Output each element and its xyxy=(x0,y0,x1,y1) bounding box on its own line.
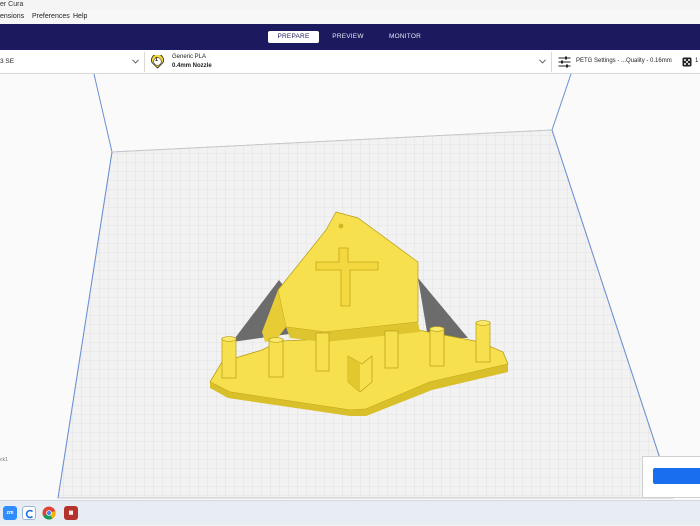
menu-item-extensions[interactable]: ensions xyxy=(0,10,24,24)
menu-item-preferences[interactable]: Preferences xyxy=(32,10,70,24)
stage-menu: PREPARE PREVIEW MONITOR xyxy=(0,24,700,50)
zoom-icon[interactable]: zm xyxy=(3,506,17,520)
slice-panel xyxy=(642,456,700,498)
printer-settings-bar: 3 SE 1 Generic PLA 0.4mm Nozzle PETG Set… xyxy=(0,50,700,74)
window-title: er Cura xyxy=(0,1,24,8)
material-name: Generic PLA xyxy=(172,54,207,60)
print-settings-selector[interactable]: PETG Settings - ...Quality - 0.16mm 1 xyxy=(552,50,700,74)
support-count: 1 xyxy=(695,58,699,64)
build-volume-edge xyxy=(551,74,572,131)
profile-name: PETG Settings - ...Quality - 0.16mm xyxy=(576,58,672,64)
printer-selector[interactable]: 3 SE xyxy=(0,50,143,74)
cura-icon[interactable] xyxy=(22,506,36,520)
window-title-bar: er Cura xyxy=(0,0,700,10)
hanging-hole xyxy=(338,223,344,229)
chevron-down-icon xyxy=(539,59,546,64)
extruder-number: 1 xyxy=(155,57,159,63)
scene xyxy=(57,74,674,499)
sliders-icon xyxy=(558,56,571,68)
menu-bar: ensions Preferences Help xyxy=(0,10,700,24)
material-selector[interactable]: 1 Generic PLA 0.4mm Nozzle xyxy=(145,50,550,74)
support-icon xyxy=(682,57,692,67)
tab-preview[interactable]: PREVIEW xyxy=(322,31,374,43)
slice-button[interactable] xyxy=(653,468,700,484)
build-volume-edge xyxy=(93,74,113,153)
printer-name: 3 SE xyxy=(0,58,15,65)
tab-monitor[interactable]: MONITOR xyxy=(379,31,431,43)
tab-prepare[interactable]: PREPARE xyxy=(268,31,319,43)
nozzle-size: 0.4mm Nozzle xyxy=(172,63,212,69)
3d-viewport[interactable]: ck1 xyxy=(0,74,700,500)
os-taskbar: zm ▦ xyxy=(0,500,700,525)
build-plate-label: ck1 xyxy=(0,457,8,463)
chrome-icon[interactable] xyxy=(42,506,56,520)
extra-icon[interactable]: ▦ xyxy=(64,506,78,520)
menu-item-help[interactable]: Help xyxy=(73,10,87,24)
chevron-down-icon xyxy=(132,59,139,64)
